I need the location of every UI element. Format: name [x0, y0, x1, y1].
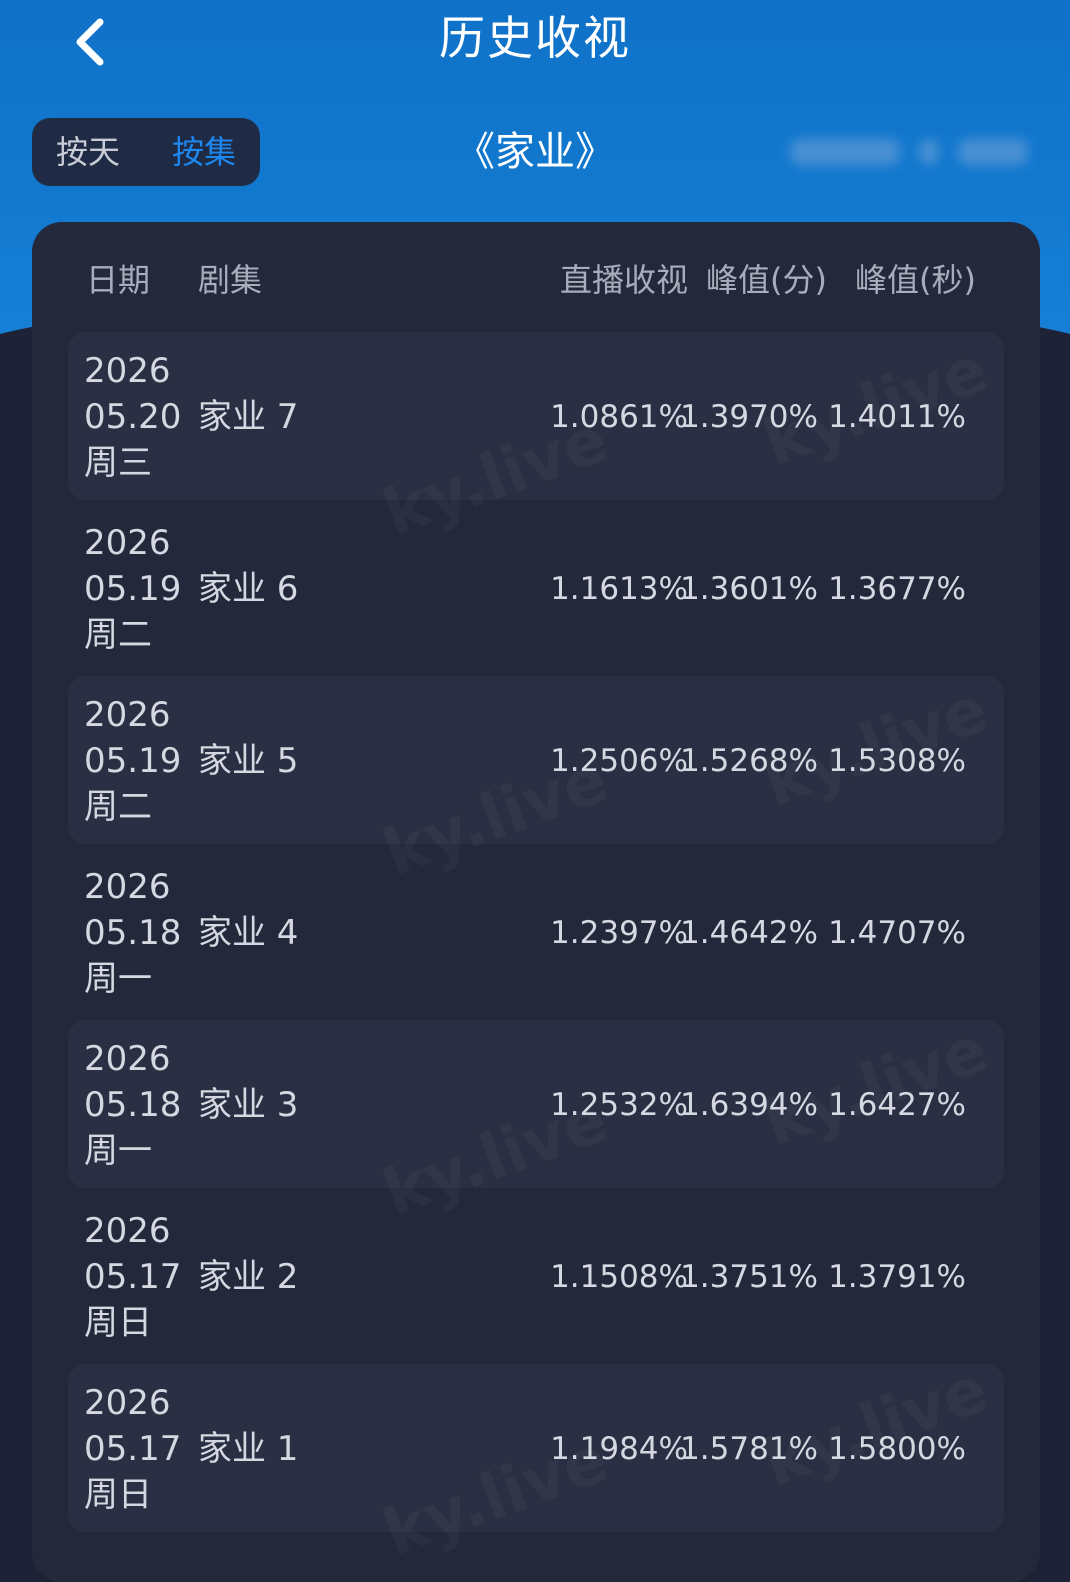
- column-header-peak-sec: 峰值(秒): [855, 261, 976, 299]
- row-peak-sec: 1.4011%: [828, 399, 966, 435]
- row-live-rating: 1.1613%: [550, 571, 688, 607]
- table-row[interactable]: 2026 05.18 周一 家业 3 1.2532% 1.6394% 1.6427%: [68, 1020, 1004, 1188]
- back-button[interactable]: [60, 8, 124, 72]
- table-row[interactable]: 2026 05.18 周一 家业 4 1.2397% 1.4642% 1.4707%: [68, 848, 1004, 1016]
- row-year: 2026: [84, 523, 171, 563]
- row-peak-sec: 1.6427%: [828, 1087, 966, 1123]
- page-title: 历史收视: [439, 11, 631, 65]
- row-live-rating: 1.2532%: [550, 1087, 688, 1123]
- blurred-region: [790, 130, 1040, 174]
- column-header-peak-min: 峰值(分): [706, 261, 827, 299]
- row-month-day: 05.17: [84, 1257, 182, 1297]
- row-peak-min: 1.5268%: [680, 743, 818, 779]
- row-date: 2026 05.18 周一: [84, 1036, 181, 1174]
- row-year: 2026: [84, 867, 171, 907]
- row-peak-min: 1.4642%: [680, 915, 818, 951]
- row-weekday: 周二: [84, 615, 152, 655]
- row-year: 2026: [84, 1039, 171, 1079]
- row-episode: 家业 2: [198, 1257, 299, 1297]
- row-live-rating: 1.1984%: [550, 1431, 688, 1467]
- row-year: 2026: [84, 695, 171, 735]
- row-date: 2026 05.19 周二: [84, 692, 181, 830]
- row-month-day: 05.18: [84, 1085, 182, 1125]
- row-weekday: 周日: [84, 1303, 152, 1343]
- column-header-live-rating: 直播收视: [559, 261, 688, 299]
- row-weekday: 周三: [84, 443, 152, 483]
- row-episode: 家业 1: [198, 1429, 299, 1469]
- column-header-episode: 剧集: [198, 261, 263, 299]
- table-row[interactable]: 2026 05.19 周二 家业 5 1.2506% 1.5268% 1.5308%: [68, 676, 1004, 844]
- row-peak-sec: 1.4707%: [828, 915, 966, 951]
- row-episode: 家业 7: [198, 397, 299, 437]
- row-peak-min: 1.3970%: [680, 399, 818, 435]
- table-row[interactable]: 2026 05.17 周日 家业 2 1.1508% 1.3751% 1.3791%: [68, 1192, 1004, 1360]
- row-peak-sec: 1.5800%: [828, 1431, 966, 1467]
- row-month-day: 05.17: [84, 1429, 182, 1469]
- row-month-day: 05.19: [84, 741, 182, 781]
- table-row[interactable]: 2026 05.20 周三 家业 7 1.0861% 1.3970% 1.4011%: [68, 332, 1004, 500]
- row-month-day: 05.20: [84, 397, 182, 437]
- row-year: 2026: [84, 1211, 171, 1251]
- row-date: 2026 05.17 周日: [84, 1380, 181, 1518]
- row-peak-sec: 1.3677%: [828, 571, 966, 607]
- row-date: 2026 05.20 周三: [84, 348, 181, 486]
- row-year: 2026: [84, 351, 171, 391]
- row-peak-min: 1.5781%: [680, 1431, 818, 1467]
- row-date: 2026 05.18 周一: [84, 864, 181, 1002]
- row-live-rating: 1.1508%: [550, 1259, 688, 1295]
- row-weekday: 周一: [84, 959, 152, 999]
- row-live-rating: 1.2397%: [550, 915, 688, 951]
- row-date: 2026 05.17 周日: [84, 1208, 181, 1346]
- row-episode: 家业 5: [198, 741, 299, 781]
- row-weekday: 周日: [84, 1475, 152, 1515]
- row-weekday: 周二: [84, 787, 152, 827]
- table-row[interactable]: 2026 05.19 周二 家业 6 1.1613% 1.3601% 1.3677%: [68, 504, 1004, 672]
- row-episode: 家业 3: [198, 1085, 299, 1125]
- row-month-day: 05.18: [84, 913, 182, 953]
- row-episode: 家业 4: [198, 913, 299, 953]
- row-peak-sec: 1.3791%: [828, 1259, 966, 1295]
- row-year: 2026: [84, 1383, 171, 1423]
- row-date: 2026 05.19 周二: [84, 520, 181, 658]
- row-peak-sec: 1.5308%: [828, 743, 966, 779]
- row-episode: 家业 6: [198, 569, 299, 609]
- row-live-rating: 1.2506%: [550, 743, 688, 779]
- row-live-rating: 1.0861%: [550, 399, 688, 435]
- chevron-left-icon: [76, 18, 104, 66]
- column-header-date: 日期: [86, 261, 151, 299]
- table-row[interactable]: 2026 05.17 周日 家业 1 1.1984% 1.5781% 1.5800%: [68, 1364, 1004, 1532]
- row-peak-min: 1.6394%: [680, 1087, 818, 1123]
- row-peak-min: 1.3751%: [680, 1259, 818, 1295]
- row-month-day: 05.19: [84, 569, 182, 609]
- row-weekday: 周一: [84, 1131, 152, 1171]
- row-peak-min: 1.3601%: [680, 571, 818, 607]
